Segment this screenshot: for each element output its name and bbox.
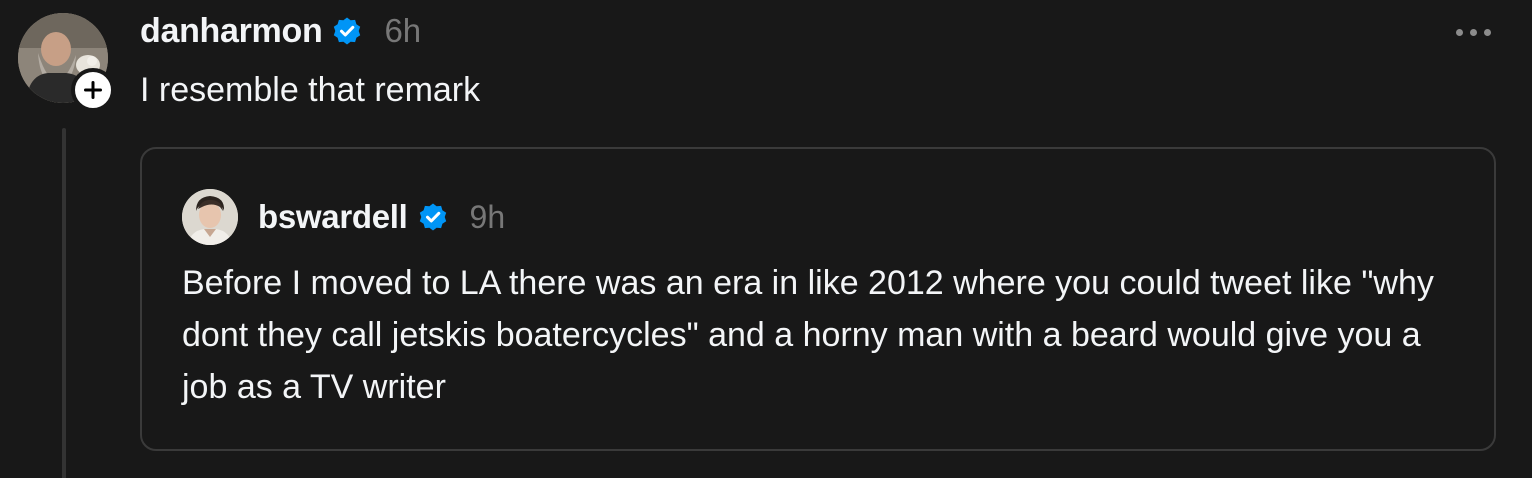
more-options-button[interactable] — [1446, 14, 1500, 50]
verified-badge-icon — [334, 17, 361, 45]
post-timestamp[interactable]: 6h — [384, 12, 421, 50]
user-avatar-icon — [182, 189, 238, 245]
author-username[interactable]: danharmon — [140, 12, 323, 51]
quoted-post-card[interactable]: bswardell 9h Before I moved to LA there … — [140, 147, 1496, 451]
follow-button[interactable] — [71, 68, 115, 112]
post-header: danharmon 6h — [140, 8, 421, 54]
verified-badge-icon — [419, 203, 446, 231]
quoted-author-username[interactable]: bswardell — [258, 198, 408, 236]
more-options-icon — [1455, 28, 1463, 36]
post-text: I resemble that remark — [140, 71, 481, 109]
thread-line — [62, 128, 66, 478]
quoted-post-text: Before I moved to LA there was an era in… — [182, 264, 1434, 406]
quoted-post-timestamp[interactable]: 9h — [470, 199, 506, 236]
quoted-post-header: bswardell 9h — [258, 195, 505, 239]
plus-icon — [84, 81, 102, 99]
quoted-author-avatar[interactable] — [182, 189, 238, 245]
more-options-dot — [1469, 28, 1477, 36]
more-options-dot — [1483, 28, 1491, 36]
thread-post: danharmon 6h I resemble that remark bswa… — [0, 0, 1532, 478]
